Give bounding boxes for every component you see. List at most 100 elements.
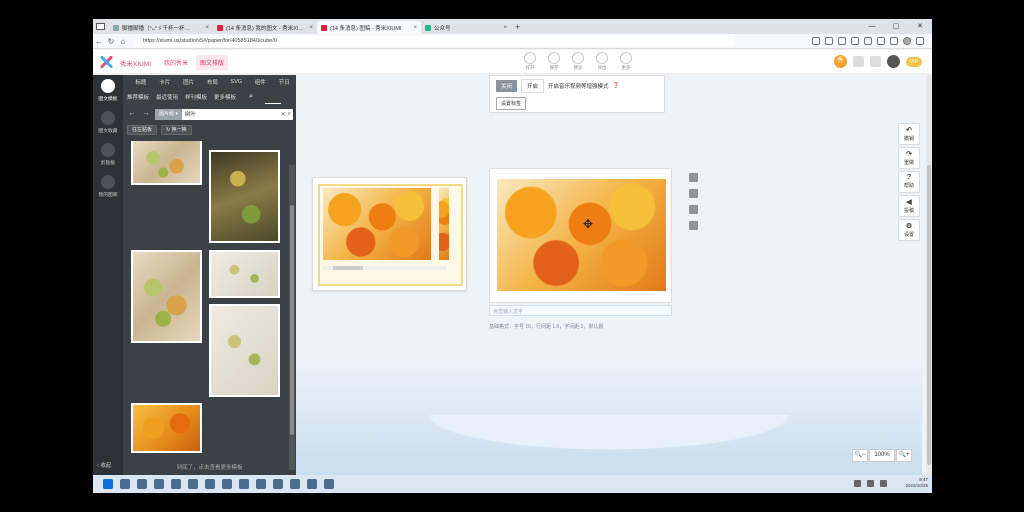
profile-avatar[interactable] — [903, 37, 911, 45]
browser-tab[interactable]: 公众号 × — [421, 21, 511, 34]
subtab-sample[interactable]: 样刊模板 — [185, 93, 207, 101]
panel-footer-link[interactable]: 到底了，点击查看更多模板 — [123, 463, 296, 471]
template-thumbnail[interactable] — [131, 403, 202, 453]
toggle-off-button[interactable]: 关闭 — [496, 80, 518, 92]
template-thumbnail[interactable] — [131, 141, 202, 185]
template-thumbnail[interactable] — [209, 250, 280, 298]
clock[interactable]: 9:47 2022/10/25 — [905, 477, 928, 489]
template-thumbnail[interactable] — [131, 250, 202, 343]
app-icon[interactable] — [222, 479, 232, 489]
rail-item-favorites[interactable]: 图文收藏 — [93, 111, 123, 134]
app-icon[interactable] — [307, 479, 317, 489]
grid-icon[interactable] — [689, 173, 698, 182]
user-avatar[interactable] — [886, 55, 900, 68]
slider-scrollbar[interactable] — [323, 266, 447, 270]
tab-layout[interactable]: 布局 — [201, 78, 225, 86]
submit-button[interactable]: ◀ 投稿 — [898, 195, 920, 217]
close-icon[interactable]: × — [503, 25, 507, 31]
search-icon[interactable] — [120, 479, 130, 489]
export-button[interactable]: 导出 — [595, 52, 609, 71]
panel-scrollbar[interactable] — [289, 165, 295, 470]
volume-icon[interactable] — [867, 480, 874, 487]
typeset-tab[interactable]: 图文排版 — [196, 55, 229, 70]
xiumi-logo-icon[interactable] — [98, 54, 114, 70]
save-button[interactable]: 保存 — [547, 52, 561, 71]
clipboard-button[interactable]: 往左贴板 — [127, 125, 158, 135]
url-field[interactable]: https://xiumi.us/studio/v5#/paper/for/40… — [135, 35, 735, 47]
template-thumbnail[interactable] — [209, 304, 280, 397]
rail-item-templates[interactable]: 图文模板 — [93, 79, 123, 102]
tab-title[interactable]: 标题 — [129, 78, 153, 86]
chrome-icon[interactable] — [239, 479, 249, 489]
eye-icon[interactable] — [689, 221, 698, 230]
rail-item-gallery[interactable]: 我的图库 — [93, 175, 123, 198]
set-label-button[interactable]: 设置标签 — [496, 97, 527, 110]
vip-badge[interactable]: VIP — [905, 56, 922, 67]
refresh-button[interactable]: ↻ 换一换 — [161, 125, 192, 135]
search-query[interactable]: 树叶 — [185, 110, 281, 118]
settings-button[interactable]: ⚙ 设置 — [898, 219, 920, 241]
chart-icon[interactable] — [689, 205, 698, 214]
close-window-button[interactable]: ✕ — [908, 19, 932, 34]
arrow-right-icon[interactable]: → — [141, 109, 151, 119]
app-icon[interactable] — [188, 479, 198, 489]
zoom-in-button[interactable]: 🔍+ — [896, 449, 912, 462]
browser-tab-active[interactable]: (14 条消息) 图稿 - 秀米XIUMI × — [317, 21, 421, 34]
maximize-button[interactable]: ▢ — [884, 19, 908, 34]
coin-icon[interactable]: 秀 — [833, 55, 847, 68]
more-button[interactable]: 更多 — [619, 52, 633, 71]
tab-svg[interactable]: SVG — [224, 79, 248, 85]
editor-canvas[interactable]: 关闭 开启 开启音乐视频等增强模式 ❓ 设置标签 ✥ 点击输入文字 基础格式：字… — [296, 75, 922, 475]
preview-button[interactable]: 预览 — [571, 52, 585, 71]
scrollbar-thumb[interactable] — [927, 165, 931, 465]
menu-icon[interactable] — [916, 37, 924, 45]
help-button[interactable]: ? 帮助 — [898, 171, 920, 193]
subtab-more[interactable]: 更多模板 — [214, 93, 236, 101]
app-icon[interactable] — [205, 479, 215, 489]
app-icon[interactable] — [290, 479, 300, 489]
zoom-out-button[interactable]: 🔍− — [852, 449, 868, 462]
back-icon[interactable]: ← — [93, 37, 105, 46]
gear-icon[interactable] — [689, 189, 698, 198]
subtab-recommended[interactable]: 推荐模板 — [127, 93, 149, 101]
home-icon[interactable]: ⌂ — [117, 37, 129, 46]
browser-tab[interactable]: 脚播脚播（°ᴗ°ゞ千杯一杯… × — [109, 21, 213, 34]
download-icon[interactable] — [890, 37, 898, 45]
collections-icon[interactable] — [851, 37, 859, 45]
message-icon[interactable] — [869, 56, 881, 67]
close-icon[interactable]: × — [309, 25, 313, 31]
read-aloud-icon[interactable] — [812, 37, 820, 45]
tab-image[interactable]: 图片 — [177, 78, 201, 86]
open-button[interactable]: 打开 — [523, 52, 537, 71]
maple-image[interactable] — [497, 179, 666, 291]
selected-image-block[interactable]: ✥ — [489, 168, 672, 303]
rail-item-clipboard[interactable]: 剪贴板 — [93, 143, 123, 166]
app-icon[interactable] — [171, 479, 181, 489]
task-view-icon[interactable] — [137, 479, 147, 489]
toggle-on-button[interactable]: 开启 — [521, 79, 545, 93]
clear-icon[interactable]: ✕ — [281, 111, 286, 118]
history-icon[interactable] — [864, 37, 872, 45]
app-icon[interactable] — [273, 479, 283, 489]
collapse-button[interactable]: ‹ 收起 — [97, 461, 111, 469]
tab-card[interactable]: 卡片 — [153, 78, 177, 86]
edge-icon[interactable] — [256, 479, 266, 489]
redo-button[interactable]: ↷ 重做 — [898, 147, 920, 169]
tab-festival[interactable]: 节日 — [272, 78, 296, 86]
wifi-icon[interactable] — [854, 480, 861, 487]
search-category-select[interactable]: 图片组 ▾ — [155, 108, 182, 120]
notification-icon[interactable] — [852, 56, 864, 67]
tab-component[interactable]: 组件 — [248, 78, 272, 86]
subtab-recent[interactable]: 最近使用 — [156, 93, 178, 101]
minimize-button[interactable]: — — [860, 19, 884, 34]
app-icon[interactable] — [324, 479, 334, 489]
undo-button[interactable]: ↶ 撤销 — [898, 123, 920, 145]
arrow-left-icon[interactable]: ← — [127, 109, 137, 119]
image-slider-block[interactable] — [312, 177, 467, 291]
extension-icon[interactable] — [825, 37, 833, 45]
my-xiumi-link[interactable]: 我的秀米 — [164, 58, 188, 67]
brand-name[interactable]: 秀米XIUMI — [120, 58, 151, 68]
text-input-area[interactable]: 点击输入文字 — [489, 305, 672, 316]
favorite-icon[interactable] — [838, 37, 846, 45]
slider-image-next[interactable] — [439, 188, 449, 260]
